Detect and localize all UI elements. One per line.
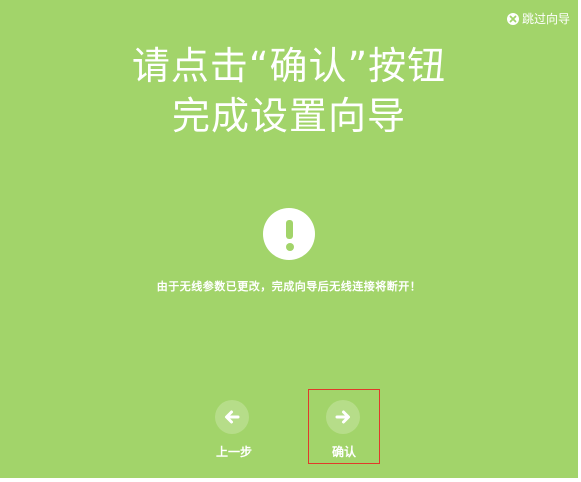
arrow-right-icon [326, 400, 360, 434]
previous-step-label: 上一步 [215, 445, 252, 459]
skip-wizard-link[interactable]: 跳过向导 [506, 10, 570, 27]
previous-step-button[interactable]: 上一步 [198, 389, 270, 464]
confirm-button[interactable]: 确认 [308, 389, 380, 464]
exclamation-circle-icon [263, 208, 315, 260]
wizard-panel: 跳过向导 请点击“确认”按钮 完成设置向导 由于无线参数已更改，完成向导后无线连… [0, 0, 578, 478]
skip-wizard-label: 跳过向导 [521, 12, 570, 26]
warning-message: 由于无线参数已更改，完成向导后无线连接将断开！ [156, 280, 422, 293]
confirm-label: 确认 [331, 445, 356, 459]
arrow-left-icon [215, 400, 249, 434]
page-title-line2: 完成设置向导 [171, 94, 406, 138]
page-title-line1: 请点击“确认”按钮 [131, 44, 447, 88]
close-circle-icon [506, 12, 519, 25]
